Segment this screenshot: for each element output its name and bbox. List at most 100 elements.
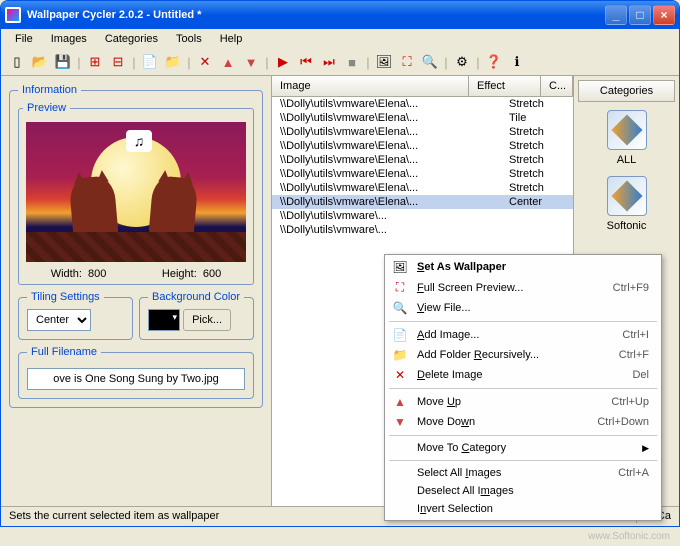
menu-images[interactable]: Images: [43, 31, 95, 47]
delete-icon: ✕: [391, 368, 409, 382]
row-path: \\Dolly\utils\vmware\Elena\...: [272, 112, 501, 124]
category-softonic[interactable]: Softonic: [578, 176, 675, 232]
add-folder-icon: 📁: [391, 348, 409, 362]
row-path: \\Dolly\utils\vmware\Elena\...: [272, 98, 501, 110]
view-icon: 🔍: [391, 301, 409, 315]
maximize-button[interactable]: □: [629, 5, 651, 25]
list-row[interactable]: \\Dolly\utils\vmware\Elena\...Stretch: [272, 153, 573, 167]
ctx-full-preview[interactable]: ⛶Full Screen Preview...Ctrl+F9: [387, 277, 659, 298]
move-up-icon[interactable]: ▲: [218, 52, 238, 72]
row-effect: Stretch: [501, 98, 573, 110]
new-icon[interactable]: ▯: [7, 52, 27, 72]
column-effect[interactable]: Effect: [469, 76, 541, 96]
filename-legend: Full Filename: [27, 346, 101, 358]
ctx-move-up[interactable]: ▲Move UpCtrl+Up: [387, 392, 659, 412]
list-row[interactable]: \\Dolly\utils\vmware\Elena\...Center: [272, 195, 573, 209]
separator: |: [264, 52, 270, 72]
add-image-icon[interactable]: 📄: [140, 52, 160, 72]
preview-legend: Preview: [23, 102, 70, 114]
delete-icon[interactable]: ✕: [195, 52, 215, 72]
category-all[interactable]: ALL: [578, 110, 675, 166]
ctx-set-wallpaper[interactable]: 🖼Set As Wallpaper: [387, 257, 659, 277]
height-value: 600: [203, 268, 221, 280]
ctx-invert-selection[interactable]: Invert Selection: [387, 500, 659, 518]
width-value: 800: [88, 268, 106, 280]
row-effect: Tile: [501, 112, 573, 124]
set-wallpaper-icon[interactable]: 🖼: [374, 52, 394, 72]
help-icon[interactable]: ❓: [484, 52, 504, 72]
row-effect: Stretch: [501, 168, 573, 180]
information-legend: Information: [18, 84, 81, 96]
list-row[interactable]: \\Dolly\utils\vmware\Elena\...Stretch: [272, 97, 573, 111]
fullscreen-icon[interactable]: ⛶: [397, 52, 417, 72]
row-path: \\Dolly\utils\vmware\Elena\...: [272, 196, 501, 208]
stop-icon[interactable]: ■: [342, 52, 362, 72]
menu-file[interactable]: File: [7, 31, 41, 47]
list-row[interactable]: \\Dolly\utils\vmware\Elena\...Stretch: [272, 139, 573, 153]
ctx-add-image[interactable]: 📄Add Image...Ctrl+I: [387, 325, 659, 345]
separator: [389, 460, 657, 461]
list-row[interactable]: \\Dolly\utils\vmware\Elena\...Stretch: [272, 167, 573, 181]
ctx-move-down[interactable]: ▼Move DownCtrl+Down: [387, 412, 659, 432]
color-swatch[interactable]: [148, 309, 180, 331]
row-path: \\Dolly\utils\vmware\Elena\...: [272, 154, 501, 166]
save-icon[interactable]: 💾: [53, 52, 73, 72]
toolbar: ▯ 📂 💾 | ⊞ ⊟ | 📄 📁 | ✕ ▲ ▼ | ▶ ⏮ ⏭ ■ | 🖼 …: [1, 49, 679, 76]
menu-tools[interactable]: Tools: [168, 31, 210, 47]
minimize-button[interactable]: _: [605, 5, 627, 25]
height-label: Height:: [162, 268, 197, 280]
information-group: Information Preview ♫ Width: 800 Height:…: [9, 84, 263, 408]
list-row[interactable]: \\Dolly\utils\vmware\Elena\...Stretch: [272, 181, 573, 195]
titlebar: Wallpaper Cycler 2.0.2 - Untitled * _ □ …: [1, 1, 679, 29]
menu-help[interactable]: Help: [212, 31, 251, 47]
separator: |: [443, 52, 449, 72]
down-icon: ▼: [391, 415, 409, 429]
filename-group: Full Filename ove is One Song Sung by Tw…: [18, 346, 254, 399]
category-label: ALL: [578, 154, 675, 166]
separator: |: [365, 52, 371, 72]
column-category[interactable]: C...: [541, 76, 573, 96]
row-path: \\Dolly\utils\vmware\Elena\...: [272, 168, 501, 180]
list-row[interactable]: \\Dolly\utils\vmware\Elena\...Tile: [272, 111, 573, 125]
list-row[interactable]: \\Dolly\utils\vmware\...: [272, 223, 573, 237]
view-icon[interactable]: 🔍: [420, 52, 440, 72]
category-icon: [607, 176, 647, 216]
ctx-delete-image[interactable]: ✕Delete ImageDel: [387, 365, 659, 385]
wallpaper-icon: 🖼: [391, 260, 409, 274]
music-note-icon: ♫: [126, 130, 152, 152]
add-folder-icon[interactable]: 📁: [163, 52, 183, 72]
separator: [389, 321, 657, 322]
ctx-view-file[interactable]: 🔍View File...: [387, 298, 659, 318]
prev-icon[interactable]: ⏮: [296, 52, 316, 72]
open-icon[interactable]: 📂: [30, 52, 50, 72]
ctx-add-folder[interactable]: 📁Add Folder Recursively...Ctrl+F: [387, 345, 659, 365]
row-path: \\Dolly\utils\vmware\Elena\...: [272, 140, 501, 152]
fullscreen-icon: ⛶: [391, 280, 409, 295]
column-image[interactable]: Image: [272, 76, 469, 96]
add-category-icon[interactable]: ⊞: [85, 52, 105, 72]
next-icon[interactable]: ⏭: [319, 52, 339, 72]
options-icon[interactable]: ⚙: [452, 52, 472, 72]
tiling-select[interactable]: Center: [27, 309, 91, 331]
close-button[interactable]: ×: [653, 5, 675, 25]
list-row[interactable]: \\Dolly\utils\vmware\Elena\...Stretch: [272, 125, 573, 139]
row-effect: Stretch: [501, 182, 573, 194]
separator: |: [131, 52, 137, 72]
row-effect: [501, 224, 573, 236]
remove-category-icon[interactable]: ⊟: [108, 52, 128, 72]
tiling-group: Tiling Settings Center: [18, 291, 133, 340]
about-icon[interactable]: ℹ: [507, 52, 527, 72]
pick-button[interactable]: Pick...: [183, 309, 231, 331]
row-path: \\Dolly\utils\vmware\Elena\...: [272, 126, 501, 138]
ctx-move-to-category[interactable]: Move To Category▶: [387, 439, 659, 457]
list-row[interactable]: \\Dolly\utils\vmware\...: [272, 209, 573, 223]
move-down-icon[interactable]: ▼: [241, 52, 261, 72]
ctx-deselect-all[interactable]: Deselect All Images: [387, 482, 659, 500]
row-effect: Center: [501, 196, 573, 208]
separator: [389, 388, 657, 389]
context-menu: 🖼Set As Wallpaper ⛶Full Screen Preview..…: [384, 254, 662, 521]
app-icon: [5, 7, 21, 23]
menu-categories[interactable]: Categories: [97, 31, 166, 47]
ctx-select-all[interactable]: Select All ImagesCtrl+A: [387, 464, 659, 482]
play-icon[interactable]: ▶: [273, 52, 293, 72]
